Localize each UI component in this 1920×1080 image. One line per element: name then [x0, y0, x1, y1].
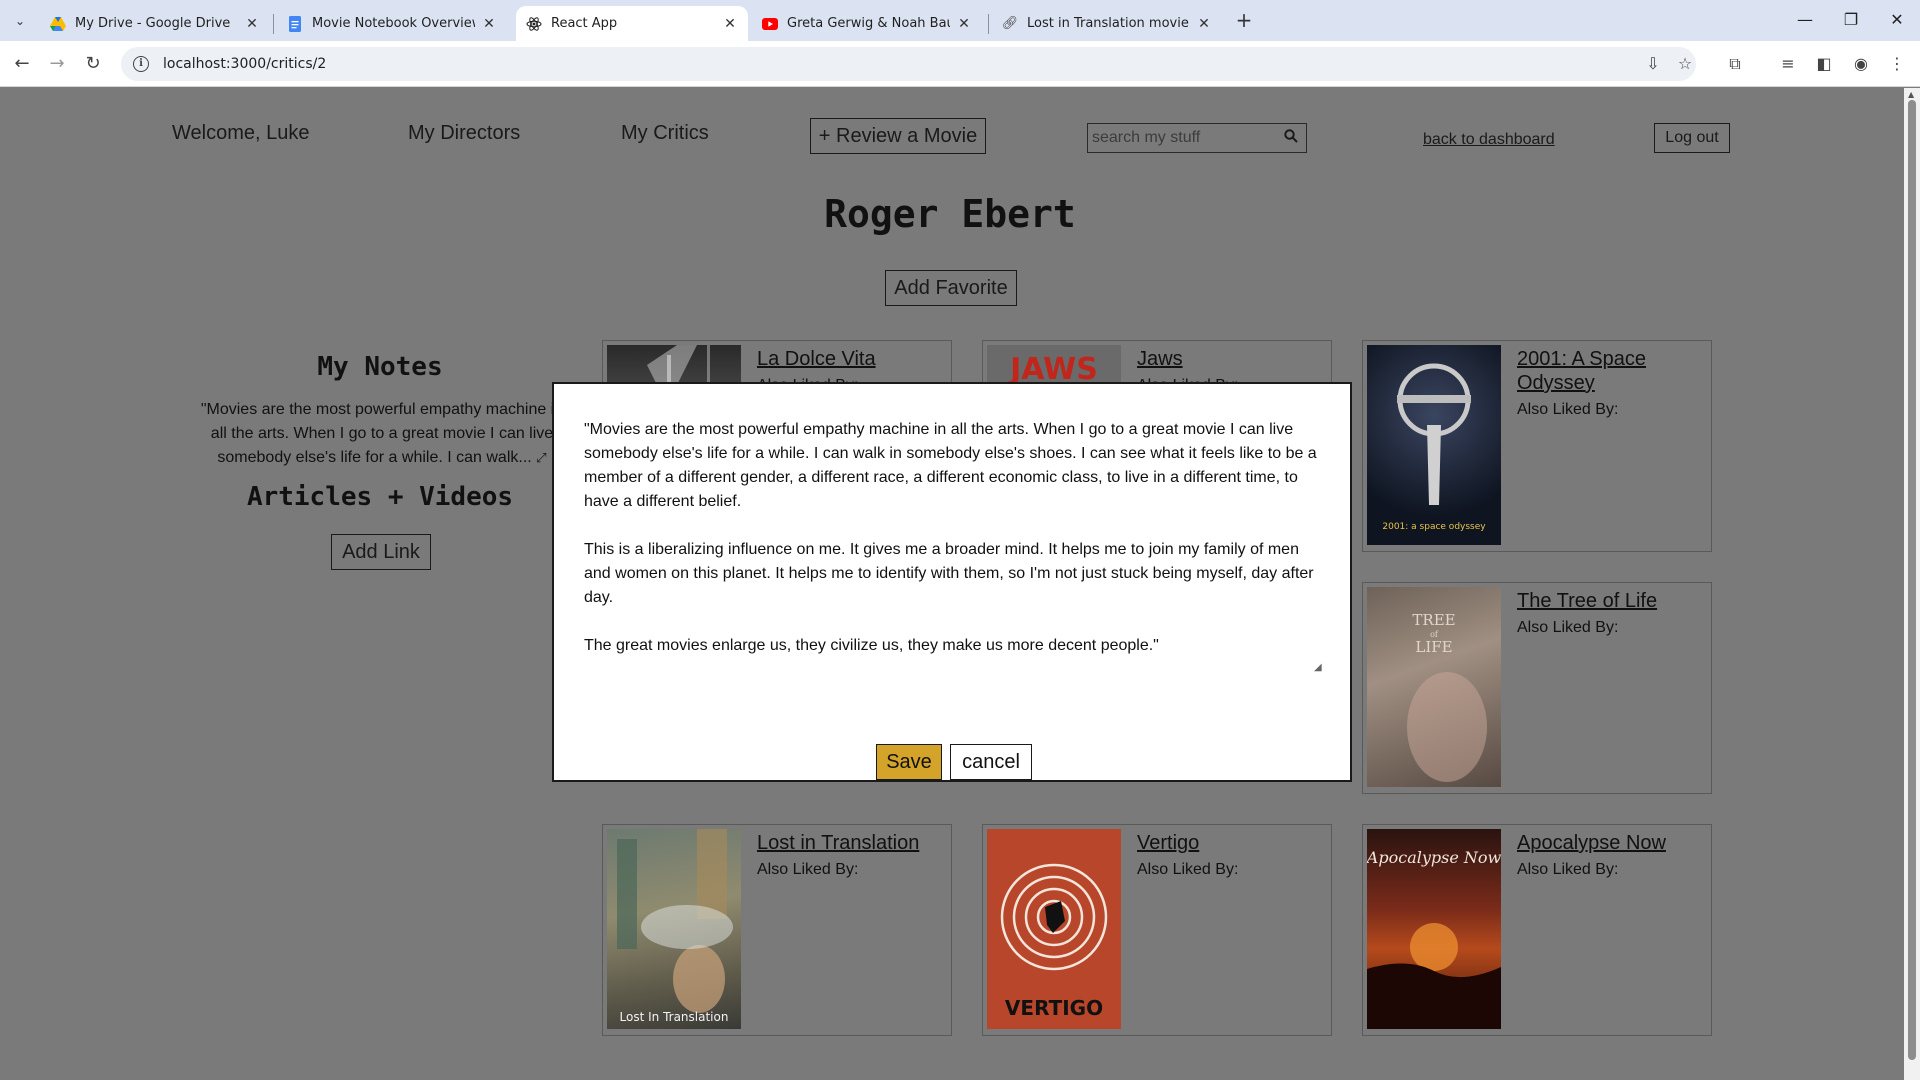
- tab-separator: [273, 14, 274, 34]
- movie-poster[interactable]: Apocalypse Now: [1367, 829, 1501, 1029]
- edit-notes-modal: "Movies are the most powerful empathy ma…: [552, 382, 1352, 782]
- poster-text: VERTIGO: [1005, 996, 1103, 1020]
- media-controls-icon[interactable]: ≡: [1775, 51, 1801, 77]
- movie-poster[interactable]: VERTIGO: [987, 829, 1121, 1029]
- movie-title-link[interactable]: La Dolce Vita: [757, 347, 943, 371]
- profile-avatar-icon[interactable]: ◉: [1848, 51, 1874, 77]
- restore-icon[interactable]: ❐: [1836, 8, 1866, 32]
- movie-title-link[interactable]: Vertigo: [1137, 831, 1323, 855]
- notes-textarea[interactable]: "Movies are the most powerful empathy ma…: [584, 418, 1324, 672]
- reload-icon[interactable]: ↻: [80, 51, 106, 77]
- also-liked-label: Also Liked By:: [1517, 619, 1619, 636]
- search-icon[interactable]: [1276, 129, 1306, 147]
- cancel-button[interactable]: cancel: [950, 744, 1032, 780]
- tab-title: React App: [551, 16, 618, 31]
- tab-title: My Drive - Google Drive: [75, 16, 231, 31]
- also-liked-label: Also Liked By:: [757, 861, 859, 878]
- notes-preview: "Movies are the most powerful empathy ma…: [196, 398, 568, 468]
- expand-icon[interactable]: ⤢: [536, 450, 546, 465]
- tab-search-chevron-icon[interactable]: ⌄: [8, 9, 32, 33]
- new-tab-plus-icon[interactable]: +: [1232, 8, 1256, 32]
- page-scrollbar[interactable]: ▲: [1904, 88, 1920, 1080]
- movie-card[interactable]: Lost In Translation Lost in Translation …: [602, 824, 952, 1036]
- close-icon[interactable]: ✕: [956, 16, 972, 32]
- poster-text: 2001: a space odyssey: [1382, 522, 1486, 532]
- resize-handle-icon[interactable]: ◢: [1314, 662, 1322, 673]
- search-placeholder: search my stuff: [1092, 129, 1201, 146]
- close-icon[interactable]: ✕: [244, 16, 260, 32]
- add-favorite-button[interactable]: Add Favorite: [885, 270, 1017, 306]
- movie-poster[interactable]: Lost In Translation: [607, 829, 741, 1029]
- browser-tab-bar: ⌄ My Drive - Google Drive ✕ Movie Notebo…: [0, 0, 1920, 41]
- back-arrow-icon[interactable]: ←: [9, 51, 35, 77]
- close-window-icon[interactable]: ✕: [1882, 8, 1912, 32]
- my-notes-heading: My Notes: [317, 352, 443, 382]
- movie-poster[interactable]: 2001: a space odyssey: [1367, 345, 1501, 545]
- close-icon[interactable]: ✕: [481, 16, 497, 32]
- tab-youtube[interactable]: Greta Gerwig & Noah Baumbac ✕: [752, 6, 982, 41]
- scrollbar-thumb[interactable]: [1908, 100, 1916, 1060]
- link-icon: 🔗︎: [1001, 16, 1019, 31]
- tab-title: Movie Notebook Overview - Go: [312, 16, 475, 31]
- poster-text: Apocalypse Now: [1367, 848, 1501, 867]
- poster-text: Lost In Translation: [620, 1010, 729, 1024]
- page-viewport: Welcome, Luke My Directors My Critics + …: [0, 88, 1904, 1080]
- tab-react-app[interactable]: React App ✕: [516, 6, 748, 41]
- scroll-up-arrow-icon[interactable]: ▲: [1908, 90, 1914, 99]
- address-bar[interactable]: i localhost:3000/critics/2: [121, 47, 1696, 81]
- extensions-puzzle-icon[interactable]: ⧉: [1722, 51, 1748, 77]
- search-input[interactable]: search my stuff: [1087, 123, 1307, 153]
- back-to-dashboard-link[interactable]: back to dashboard: [1423, 131, 1555, 149]
- tab-lost-in-translation-review[interactable]: 🔗︎ Lost in Translation movie review ✕: [992, 6, 1222, 41]
- also-liked-label: Also Liked By:: [1137, 861, 1239, 878]
- add-link-button[interactable]: Add Link: [331, 534, 431, 570]
- nav-my-directors[interactable]: My Directors: [408, 122, 520, 145]
- tab-title: Lost in Translation movie review: [1027, 16, 1190, 31]
- also-liked-label: Also Liked By:: [1517, 401, 1619, 418]
- forward-arrow-icon[interactable]: →: [44, 51, 70, 77]
- movie-card[interactable]: VERTIGO Vertigo Also Liked By:: [982, 824, 1332, 1036]
- review-a-movie-button[interactable]: + Review a Movie: [810, 118, 986, 154]
- movie-poster[interactable]: TREE of LIFE: [1367, 587, 1501, 787]
- movie-title-link[interactable]: Apocalypse Now: [1517, 831, 1703, 855]
- svg-text:LIFE: LIFE: [1415, 638, 1452, 656]
- poster-text: TREE: [1412, 611, 1455, 629]
- google-docs-icon: [287, 15, 303, 32]
- browser-toolbar: ← → ↻ i localhost:3000/critics/2 ⇩ ☆ ⧉ ≡…: [0, 41, 1920, 87]
- tab-movie-notebook[interactable]: Movie Notebook Overview - Go ✕: [277, 6, 507, 41]
- close-icon[interactable]: ✕: [722, 16, 738, 32]
- react-icon: [526, 16, 542, 32]
- movie-title-link[interactable]: Jaws: [1137, 347, 1323, 371]
- tab-title: Greta Gerwig & Noah Baumbac: [787, 16, 950, 31]
- welcome-text: Welcome, Luke: [172, 122, 310, 144]
- youtube-icon: [762, 16, 778, 32]
- page-title: Roger Ebert: [824, 192, 1076, 236]
- address-url[interactable]: localhost:3000/critics/2: [163, 56, 326, 72]
- notes-preview-text: "Movies are the most powerful empathy ma…: [200, 401, 564, 466]
- movie-card[interactable]: TREE of LIFE The Tree of Life Also Liked B…: [1362, 582, 1712, 794]
- install-app-icon[interactable]: ⇩: [1640, 51, 1666, 77]
- movie-title-link[interactable]: 2001: A Space Odyssey: [1517, 347, 1703, 395]
- movie-title-link[interactable]: Lost in Translation: [757, 831, 943, 855]
- side-panel-icon[interactable]: ◧: [1811, 51, 1837, 77]
- site-info-icon[interactable]: i: [133, 56, 149, 72]
- logout-button[interactable]: Log out: [1654, 123, 1730, 153]
- minimize-icon[interactable]: —: [1790, 8, 1820, 32]
- tab-separator: [988, 14, 989, 34]
- also-liked-label: Also Liked By:: [1517, 861, 1619, 878]
- save-button[interactable]: Save: [876, 744, 942, 780]
- tab-google-drive[interactable]: My Drive - Google Drive ✕: [40, 6, 270, 41]
- bookmark-star-icon[interactable]: ☆: [1672, 51, 1698, 77]
- google-drive-icon: [50, 16, 66, 32]
- articles-videos-heading: Articles + Videos: [246, 482, 514, 512]
- movie-title-link[interactable]: The Tree of Life: [1517, 589, 1703, 613]
- nav-my-critics[interactable]: My Critics: [621, 122, 709, 145]
- close-icon[interactable]: ✕: [1196, 16, 1212, 32]
- movie-card[interactable]: Apocalypse Now Apocalypse Now Also Liked…: [1362, 824, 1712, 1036]
- movie-card[interactable]: 2001: a space odyssey 2001: A Space Odys…: [1362, 340, 1712, 552]
- more-menu-icon[interactable]: ⋮: [1884, 51, 1910, 77]
